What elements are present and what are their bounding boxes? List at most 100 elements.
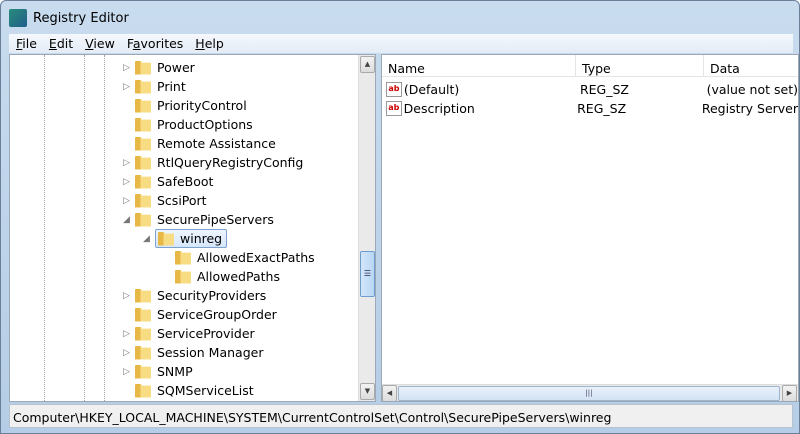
values-pane[interactable]: Name Type Data ab (Default) REG_SZ (value n… [381, 54, 799, 402]
folder-icon [135, 136, 151, 151]
tree-guide-line [44, 55, 45, 401]
expand-arrow-icon[interactable]: ▷ [123, 63, 131, 73]
tree-item-serviceprovider[interactable]: ▷ ServiceProvider [123, 324, 255, 343]
title-bar: Registry Editor [9, 7, 129, 29]
scroll-thumb[interactable]: ||| [398, 386, 780, 401]
value-data: (value not set) [706, 82, 798, 97]
expand-arrow-icon[interactable]: ▷ [123, 291, 131, 301]
menu-access-key: a [132, 36, 141, 51]
menu-label-part: vorites [140, 36, 184, 51]
tree-item-label: SecurePipeServers [157, 212, 274, 227]
collapse-arrow-icon[interactable]: ◢ [143, 234, 151, 244]
tree-item-label: SNMP [157, 364, 193, 379]
registry-editor-window: Registry Editor File Edit View Favorites Hel… [0, 0, 800, 434]
tree-item-productoptions[interactable]: ProductOptions [135, 115, 253, 134]
expand-arrow-icon[interactable]: ▷ [123, 367, 131, 377]
tree-item-label: SQMServiceList [157, 383, 254, 398]
tree-item-allowedexactpaths[interactable]: AllowedExactPaths [175, 248, 315, 267]
window-title: Registry Editor [33, 10, 129, 26]
tree-guide-line [104, 55, 105, 401]
expand-arrow-icon[interactable]: ▷ [123, 158, 131, 168]
value-name: Description [403, 101, 475, 116]
menu-bar: File Edit View Favorites Help [9, 34, 793, 53]
tree-item-label: ScsiPort [157, 193, 207, 208]
expand-arrow-icon[interactable]: ▷ [123, 177, 131, 187]
folder-icon [135, 345, 151, 360]
folder-icon [135, 383, 151, 398]
folder-icon [175, 269, 191, 284]
menu-edit[interactable]: Edit [42, 36, 78, 51]
expand-arrow-icon[interactable]: ▷ [123, 82, 131, 92]
values-horizontal-scrollbar[interactable]: ◀ ||| ▶ [382, 384, 798, 401]
folder-icon [135, 212, 151, 227]
tree-item-allowedpaths[interactable]: AllowedPaths [175, 267, 280, 286]
scroll-down-button[interactable]: ▼ [360, 383, 375, 400]
tree-item-prioritycontrol[interactable]: PriorityControl [135, 96, 247, 115]
value-type: REG_SZ [579, 82, 629, 97]
value-data: Registry Server [701, 101, 798, 116]
tree-item-winreg[interactable]: ◢ winreg [143, 229, 228, 248]
value-name: (Default) [403, 82, 460, 97]
string-value-icon: ab [386, 82, 402, 97]
tree-vertical-scrollbar[interactable]: ▲ ☰ ▼ [358, 55, 375, 401]
tree-item-snmp[interactable]: ▷ SNMP [123, 362, 193, 381]
folder-icon [135, 307, 151, 322]
tree-item-rtlqueryregistryconfig[interactable]: ▷ RtlQueryRegistryConfig [123, 153, 304, 172]
column-header-name[interactable]: Name [382, 55, 576, 76]
tree-item-label: ServiceGroupOrder [157, 307, 277, 322]
folder-icon [135, 98, 151, 113]
tree-item-label: Power [157, 60, 195, 75]
folder-icon [135, 155, 151, 170]
tree-item-print[interactable]: ▷ Print [123, 77, 186, 96]
key-tree-pane[interactable]: ▷ Power ▷ Print PriorityControl ProductOption… [9, 54, 376, 402]
folder-icon [135, 193, 151, 208]
menu-favorites[interactable]: Favorites [120, 36, 188, 51]
values-header: Name Type Data [382, 55, 798, 77]
folder-icon [135, 288, 151, 303]
tree-item-label: ProductOptions [157, 117, 253, 132]
tree-item-session-manager[interactable]: ▷ Session Manager [123, 343, 264, 362]
collapse-arrow-icon[interactable]: ◢ [123, 215, 131, 225]
selected-key[interactable]: winreg [155, 229, 228, 248]
expand-arrow-icon[interactable]: ▷ [123, 196, 131, 206]
folder-icon [135, 60, 151, 75]
value-row[interactable]: ab Description REG_SZ Registry Server [382, 99, 798, 118]
scroll-up-button[interactable]: ▲ [360, 56, 375, 73]
folder-icon [175, 250, 191, 265]
scroll-left-button[interactable]: ◀ [382, 385, 397, 401]
column-header-type[interactable]: Type [576, 55, 704, 76]
menu-view[interactable]: View [78, 36, 120, 51]
folder-icon [135, 364, 151, 379]
tree-item-label: PriorityControl [157, 98, 247, 113]
tree-item-safeboot[interactable]: ▷ SafeBoot [123, 172, 214, 191]
tree-item-servicegrouporder[interactable]: ServiceGroupOrder [135, 305, 277, 324]
expand-arrow-icon[interactable]: ▷ [123, 329, 131, 339]
tree-guide-line [84, 55, 85, 401]
tree-item-label: Session Manager [157, 345, 264, 360]
tree-item-label: Remote Assistance [157, 136, 276, 151]
tree-item-scsiport[interactable]: ▷ ScsiPort [123, 191, 207, 210]
tree-item-label: SafeBoot [157, 174, 214, 189]
folder-icon [135, 79, 151, 94]
tree-item-label: AllowedPaths [197, 269, 280, 284]
value-type: REG_SZ [577, 101, 627, 116]
status-bar-path: Computer\HKEY_LOCAL_MACHINE\SYSTEM\Curre… [9, 404, 793, 428]
tree-item-label: Print [157, 79, 186, 94]
tree-item-sqmservicelist[interactable]: SQMServiceList [135, 381, 254, 400]
column-header-data[interactable]: Data [704, 55, 798, 76]
expand-arrow-icon[interactable]: ▷ [123, 348, 131, 358]
scroll-thumb[interactable]: ☰ [360, 251, 375, 297]
tree-item-securityproviders[interactable]: ▷ SecurityProviders [123, 286, 267, 305]
tree-item-label: RtlQueryRegistryConfig [157, 155, 304, 170]
tree-item-power[interactable]: ▷ Power [123, 58, 195, 77]
tree-item-label: winreg [180, 231, 223, 246]
tree-item-label: SecurityProviders [157, 288, 267, 303]
value-row[interactable]: ab (Default) REG_SZ (value not set) [382, 80, 798, 99]
menu-file[interactable]: File [9, 36, 42, 51]
tree-item-label: AllowedExactPaths [197, 250, 315, 265]
tree-item-remote-assistance[interactable]: Remote Assistance [135, 134, 276, 153]
tree-item-securepipeservers[interactable]: ◢ SecurePipeServers [123, 210, 274, 229]
folder-icon [135, 174, 151, 189]
menu-help[interactable]: Help [188, 36, 229, 51]
scroll-right-button[interactable]: ▶ [782, 385, 797, 401]
